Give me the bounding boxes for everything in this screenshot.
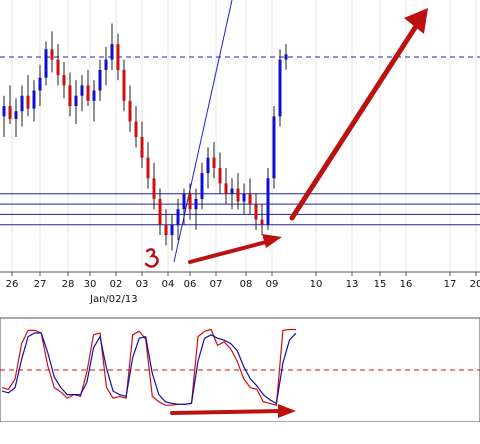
x-tick-label: 04	[162, 279, 175, 290]
candle-body	[218, 167, 222, 184]
candle-body	[38, 77, 42, 91]
candle-body	[230, 188, 234, 194]
candle-body	[278, 59, 282, 117]
x-tick-label: 09	[266, 279, 279, 290]
x-tick-label: 07	[210, 279, 223, 290]
x-tick-label: 13	[346, 279, 359, 290]
candle-body	[20, 95, 24, 112]
candle-body	[284, 54, 288, 60]
candle-body	[8, 106, 12, 119]
candle-body	[254, 204, 258, 220]
candle-body	[152, 178, 156, 199]
candle-body	[44, 49, 48, 78]
x-tick-label: 27	[34, 279, 47, 290]
date-axis: 26 27 28 30 02 03 04 06 07 08 09 10 13 15 16 17 20 Jan/0…	[0, 271, 480, 316]
x-tick-label: 08	[240, 279, 253, 290]
candle-body	[104, 59, 108, 70]
candle-body	[176, 209, 180, 225]
x-tick-label: 10	[310, 279, 323, 290]
candle-body	[56, 59, 60, 76]
candle-body	[80, 85, 84, 96]
candle-body	[128, 100, 132, 122]
candle-body	[200, 173, 204, 199]
candle-body	[260, 219, 264, 225]
date-label: Jan/02/13	[89, 294, 138, 305]
candle-body	[62, 75, 66, 86]
candle-body	[158, 198, 162, 225]
x-tick-label: 15	[374, 279, 387, 290]
x-tick-label: 03	[136, 279, 149, 290]
candle-body	[68, 85, 72, 107]
candle-body	[50, 49, 54, 60]
candle-body	[134, 121, 138, 137]
candle-body	[266, 178, 270, 225]
x-tick-label: 02	[110, 279, 123, 290]
candle-body	[26, 95, 30, 109]
oscillator-arrow-shaft	[170, 409, 284, 415]
candle-body	[74, 95, 78, 107]
candle-body	[206, 157, 210, 174]
candle-body	[182, 193, 186, 210]
price-panel	[0, 0, 480, 272]
candle-body	[170, 224, 174, 236]
candle-body	[146, 157, 150, 179]
x-tick-label: 17	[444, 279, 457, 290]
candle-body	[92, 90, 96, 101]
candle-body	[242, 193, 246, 202]
x-tick-label: 28	[62, 279, 75, 290]
candle-body	[86, 85, 90, 101]
x-tick-label: 16	[400, 279, 413, 290]
x-tick-label: 20	[470, 279, 480, 290]
oscillator-panel	[0, 317, 480, 423]
candle-body	[188, 193, 192, 210]
x-tick-label: 26	[6, 279, 19, 290]
candle-body	[98, 69, 102, 91]
candle-body	[110, 44, 114, 60]
candle-body	[164, 224, 168, 236]
chart-canvas: 26 27 28 30 02 03 04 06 07 08 09 10 13 15 16 17 20 Jan/0…	[0, 0, 480, 444]
candle-body	[236, 188, 240, 202]
candle-body	[14, 111, 18, 119]
candle-body	[122, 69, 126, 101]
candle-body	[116, 44, 120, 70]
candle-body	[224, 183, 228, 194]
candle-body	[212, 157, 216, 168]
candle-body	[32, 90, 36, 109]
x-tick-label: 30	[84, 279, 97, 290]
x-tick-label: 06	[184, 279, 197, 290]
candle-body	[194, 198, 198, 210]
candle-body	[2, 106, 6, 117]
candle-body	[140, 137, 144, 158]
candle-body	[248, 193, 252, 205]
bottom-margin	[0, 422, 480, 444]
candle-body	[272, 116, 276, 179]
